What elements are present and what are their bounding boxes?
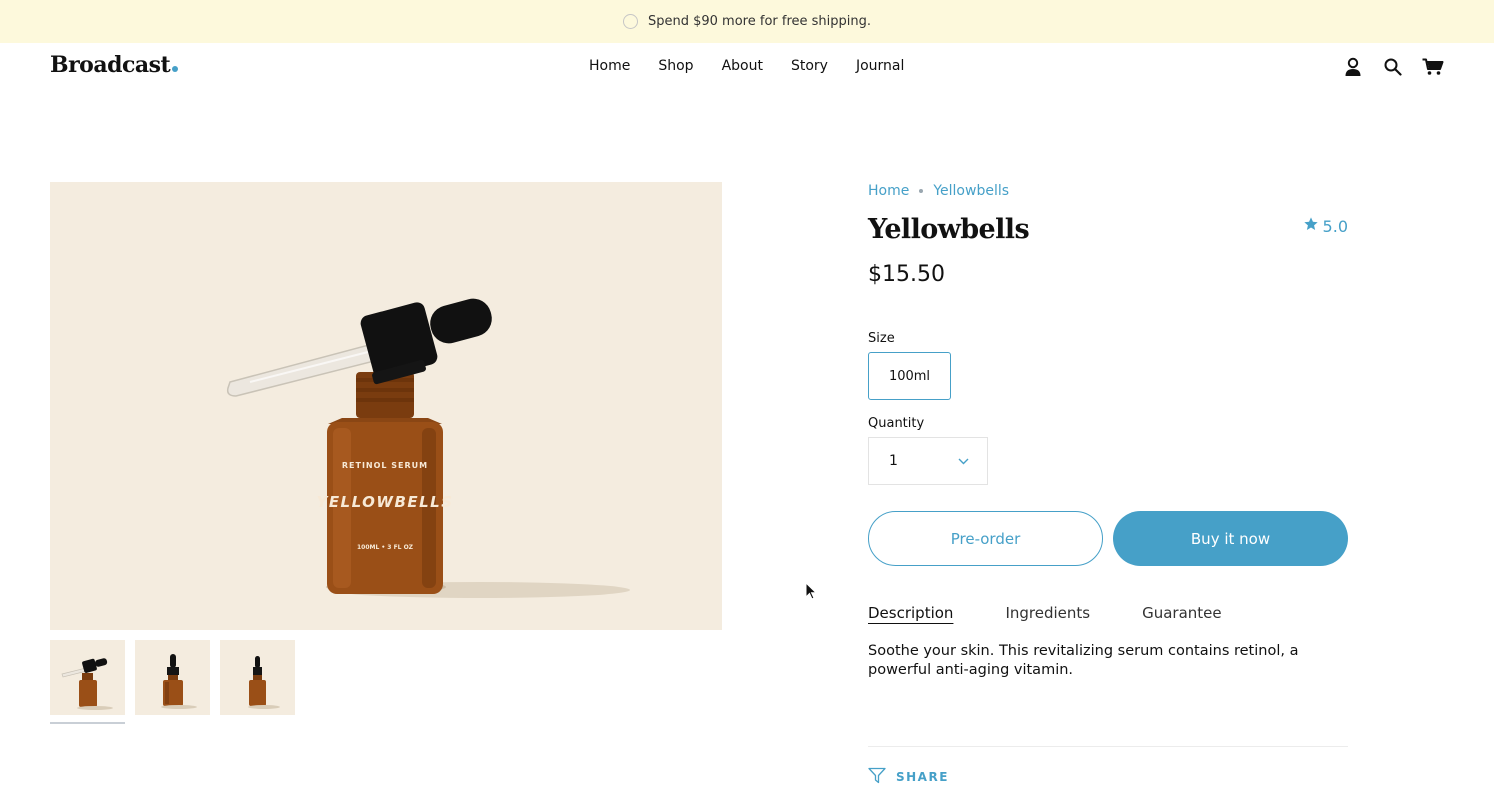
star-icon — [1303, 216, 1319, 236]
product-title: Yellowbells — [868, 214, 1030, 245]
nav-home[interactable]: Home — [589, 58, 630, 74]
bottle-label-small: RETINOL SERUM — [342, 461, 428, 470]
quantity-value: 1 — [889, 453, 898, 469]
quantity-select[interactable]: 1 — [868, 437, 988, 485]
cart-icon[interactable] — [1422, 56, 1444, 78]
breadcrumb-separator — [919, 189, 924, 193]
product-description: Soothe your skin. This revitalizing seru… — [868, 643, 1299, 678]
size-option-100ml[interactable]: 100ml — [868, 352, 951, 400]
buy-now-button[interactable]: Buy it now — [1113, 511, 1348, 566]
size-label: Size — [868, 331, 895, 346]
account-icon[interactable] — [1342, 56, 1364, 78]
header-actions — [1342, 56, 1444, 78]
logo-text: Broadcast — [50, 52, 171, 78]
divider — [868, 746, 1348, 747]
product-tabs: Description Ingredients Guarantee — [868, 604, 1348, 622]
purchase-buttons: Pre-order Buy it now — [868, 511, 1348, 566]
share-label: SHARE — [896, 770, 949, 784]
search-icon[interactable] — [1382, 56, 1404, 78]
logo-dot — [172, 66, 179, 72]
nav-journal[interactable]: Journal — [856, 58, 904, 74]
bottle-label-volume: 100ML • 3 FL OZ — [357, 544, 414, 551]
thumbnail-3[interactable] — [220, 640, 295, 715]
nav-shop[interactable]: Shop — [658, 58, 693, 74]
product-main-image[interactable]: RETINOL SERUM YELLOWBELLS 100ML • 3 FL O… — [50, 182, 722, 630]
product-price: $15.50 — [868, 262, 945, 287]
thumbnail-1[interactable] — [50, 640, 125, 724]
title-row: Yellowbells 5.0 — [868, 214, 1348, 254]
logo[interactable]: Broadcast — [50, 52, 179, 78]
product-info: Home Yellowbells Yellowbells 5.0 $15.50 … — [868, 182, 1348, 680]
quantity-label: Quantity — [868, 416, 925, 431]
bottle-label-brand: YELLOWBELLS — [316, 493, 453, 511]
tab-guarantee[interactable]: Guarantee — [1142, 604, 1222, 622]
thumbnail-strip — [50, 640, 295, 724]
serum-bottle-illustration: RETINOL SERUM YELLOWBELLS 100ML • 3 FL O… — [226, 298, 630, 598]
product-rating[interactable]: 5.0 — [1303, 216, 1348, 236]
tab-ingredients[interactable]: Ingredients — [1005, 604, 1090, 622]
announcement-text: Spend $90 more for free shipping. — [647, 14, 871, 29]
announcement-bar: Spend $90 more for free shipping. — [0, 0, 1494, 43]
nav-story[interactable]: Story — [791, 58, 828, 74]
nav-about[interactable]: About — [722, 58, 763, 74]
breadcrumb-home[interactable]: Home — [868, 183, 909, 199]
mouse-cursor-icon — [805, 581, 818, 604]
breadcrumb-current[interactable]: Yellowbells — [933, 183, 1009, 199]
share-button[interactable]: SHARE — [868, 767, 949, 787]
main-nav: Home Shop About Story Journal — [589, 58, 904, 74]
chevron-down-icon — [958, 453, 969, 469]
rating-value: 5.0 — [1322, 216, 1348, 236]
breadcrumb: Home Yellowbells — [868, 182, 1348, 200]
thumbnail-2[interactable] — [135, 640, 210, 715]
tab-description[interactable]: Description — [868, 604, 953, 622]
progress-ring-icon — [622, 14, 638, 29]
share-icon — [868, 767, 886, 787]
preorder-button[interactable]: Pre-order — [868, 511, 1103, 566]
